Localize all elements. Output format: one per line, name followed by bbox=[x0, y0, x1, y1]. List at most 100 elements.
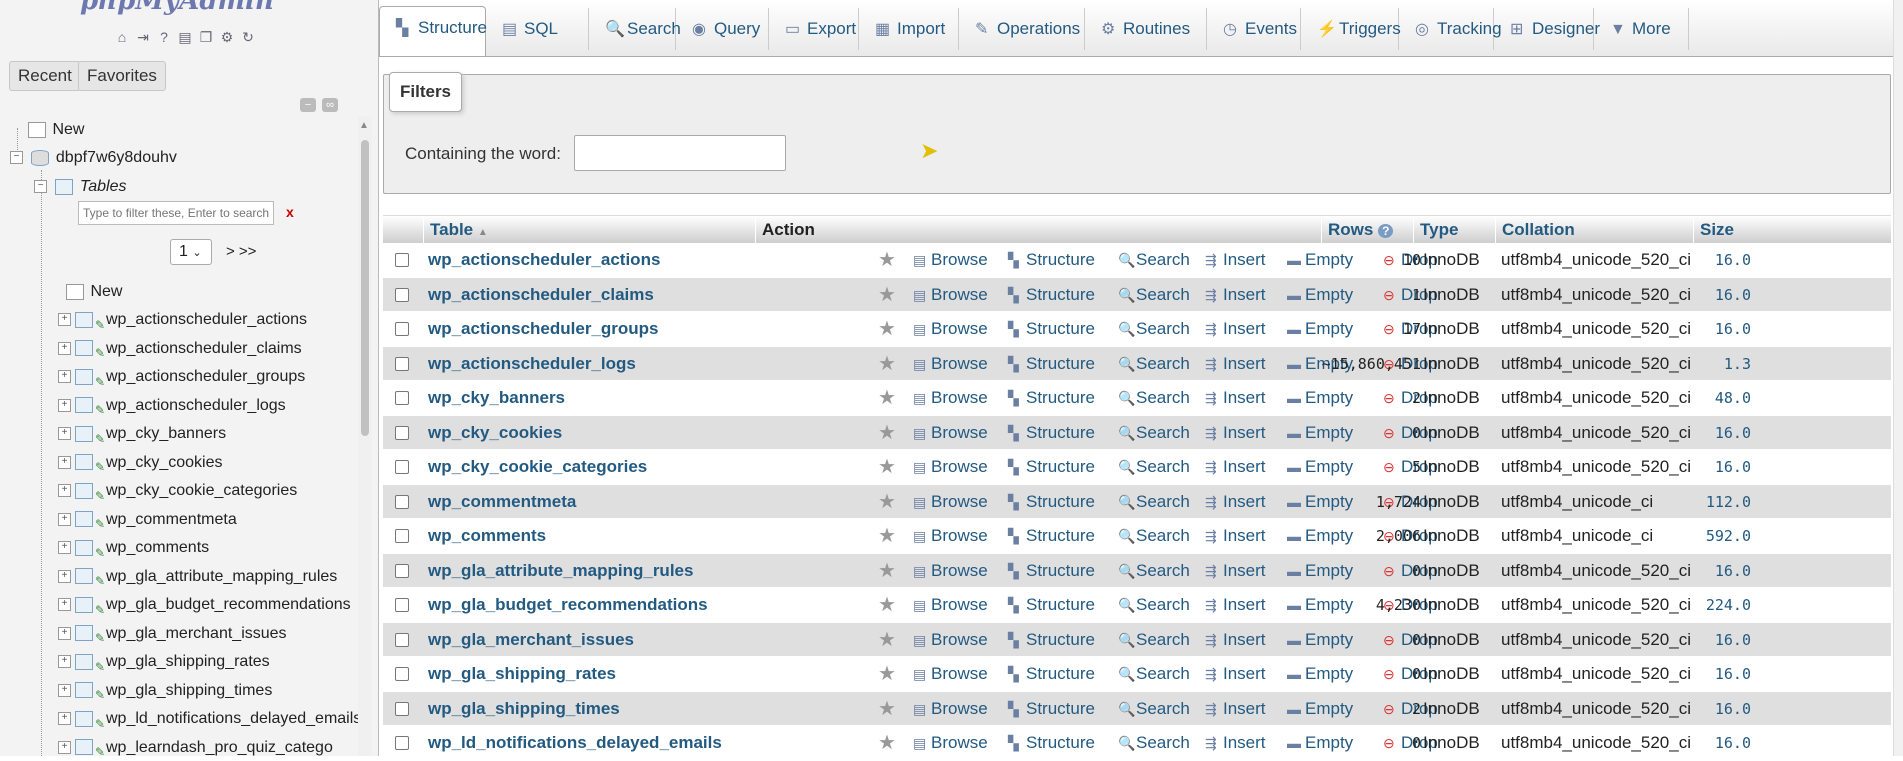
insert-action[interactable]: ⇶ Insert bbox=[1205, 243, 1266, 277]
tree-table-item[interactable]: + ✎wp_gla_shipping_rates bbox=[58, 650, 270, 674]
expand-icon[interactable]: + bbox=[58, 740, 71, 754]
collation-link[interactable]: utf8mb4_unicode_520_ci bbox=[1501, 450, 1691, 484]
table-name-link[interactable]: wp_commentmeta bbox=[428, 485, 576, 519]
search-action[interactable]: 🔍Search bbox=[1118, 554, 1190, 588]
edit-structure-icon[interactable]: ✎ bbox=[95, 569, 105, 588]
collation-link[interactable]: utf8mb4_unicode_520_ci bbox=[1501, 726, 1691, 760]
tab-query[interactable]: ◉ Query bbox=[676, 8, 769, 50]
collation-link[interactable]: utf8mb4_unicode_ci bbox=[1501, 519, 1653, 553]
collation-link[interactable]: utf8mb4_unicode_520_ci bbox=[1501, 312, 1691, 346]
tree-table-item[interactable]: + ✎wp_gla_attribute_mapping_rules bbox=[58, 565, 337, 589]
table-size[interactable]: 16.0 bbox=[1693, 243, 1751, 277]
favorites-button[interactable]: Favorites bbox=[78, 61, 166, 91]
favorite-star-icon[interactable]: ★ bbox=[878, 726, 896, 760]
expand-icon[interactable]: + bbox=[58, 512, 71, 526]
edit-structure-icon[interactable]: ✎ bbox=[95, 398, 105, 417]
insert-action[interactable]: ⇶ Insert bbox=[1205, 519, 1266, 553]
tab-triggers[interactable]: ⚡ Triggers bbox=[1301, 8, 1401, 50]
insert-action[interactable]: ⇶ Insert bbox=[1205, 312, 1266, 346]
browse-action[interactable]: ▤ Browse bbox=[913, 692, 988, 726]
structure-action[interactable]: ▚ Structure bbox=[1008, 450, 1095, 484]
structure-action[interactable]: ▚ Structure bbox=[1008, 485, 1095, 519]
insert-action[interactable]: ⇶ Insert bbox=[1205, 416, 1266, 450]
table-name-link[interactable]: wp_actionscheduler_actions bbox=[428, 243, 660, 277]
expand-icon[interactable]: + bbox=[58, 712, 71, 726]
table-size[interactable]: 592.0 bbox=[1693, 519, 1751, 553]
structure-action[interactable]: ▚ Structure bbox=[1008, 726, 1095, 760]
table-size[interactable]: 224.0 bbox=[1693, 588, 1751, 622]
page-next-link[interactable]: > >> bbox=[226, 243, 256, 260]
favorite-star-icon[interactable]: ★ bbox=[878, 243, 896, 277]
settings-gear-icon[interactable]: ⚙ bbox=[218, 28, 236, 46]
edit-structure-icon[interactable]: ✎ bbox=[95, 341, 105, 360]
tree-table-item[interactable]: + ✎wp_gla_merchant_issues bbox=[58, 622, 287, 646]
edit-structure-icon[interactable]: ✎ bbox=[95, 484, 105, 503]
tab-routines[interactable]: ⚙ Routines bbox=[1085, 8, 1207, 50]
table-name-link[interactable]: wp_actionscheduler_logs bbox=[428, 347, 636, 381]
favorite-star-icon[interactable]: ★ bbox=[878, 312, 896, 346]
structure-action[interactable]: ▚ Structure bbox=[1008, 623, 1095, 657]
help-icon[interactable]: ? bbox=[155, 28, 173, 46]
insert-action[interactable]: ⇶ Insert bbox=[1205, 485, 1266, 519]
browse-action[interactable]: ▤ Browse bbox=[913, 278, 988, 312]
containing-word-input[interactable] bbox=[574, 135, 786, 171]
edit-structure-icon[interactable]: ✎ bbox=[95, 655, 105, 674]
content-scrollbar[interactable] bbox=[1893, 0, 1903, 756]
table-name-link[interactable]: wp_cky_cookie_categories bbox=[428, 450, 647, 484]
expand-icon[interactable]: + bbox=[58, 569, 71, 583]
docs-icon[interactable]: ▤ bbox=[176, 28, 194, 46]
browse-action[interactable]: ▤ Browse bbox=[913, 347, 988, 381]
collapse-all-icon[interactable]: − bbox=[300, 98, 316, 112]
expand-icon[interactable]: + bbox=[58, 398, 71, 412]
search-action[interactable]: 🔍Search bbox=[1118, 347, 1190, 381]
table-size[interactable]: 16.0 bbox=[1693, 278, 1751, 312]
expand-icon[interactable]: + bbox=[58, 655, 71, 669]
copy-icon[interactable]: ❐ bbox=[197, 28, 215, 46]
tree-table-item[interactable]: + ✎wp_commentmeta bbox=[58, 508, 237, 532]
tab-search[interactable]: 🔍 Search bbox=[589, 8, 681, 50]
edit-structure-icon[interactable]: ✎ bbox=[95, 683, 105, 702]
recent-button[interactable]: Recent bbox=[9, 61, 81, 91]
page-select[interactable]: 1 ⌄ bbox=[170, 239, 212, 265]
table-name-link[interactable]: wp_actionscheduler_groups bbox=[428, 312, 659, 346]
nav-scroll-thumb[interactable] bbox=[361, 140, 369, 436]
browse-action[interactable]: ▤ Browse bbox=[913, 623, 988, 657]
tree-table-item[interactable]: + ✎wp_actionscheduler_logs bbox=[58, 394, 286, 418]
expand-icon[interactable]: + bbox=[58, 370, 71, 384]
tree-table-item[interactable]: + ✎wp_ld_notifications_delayed_emails bbox=[58, 707, 361, 731]
database-name[interactable]: dbpf7w6y8douhv bbox=[56, 149, 177, 166]
collation-link[interactable]: utf8mb4_unicode_520_ci bbox=[1501, 692, 1691, 726]
edit-structure-icon[interactable]: ✎ bbox=[95, 712, 105, 731]
tab-more[interactable]: ▼ More bbox=[1594, 8, 1689, 50]
tab-structure[interactable]: ▚ Structure bbox=[379, 6, 487, 56]
insert-action[interactable]: ⇶ Insert bbox=[1205, 588, 1266, 622]
structure-action[interactable]: ▚ Structure bbox=[1008, 347, 1095, 381]
table-size[interactable]: 112.0 bbox=[1693, 485, 1751, 519]
insert-action[interactable]: ⇶ Insert bbox=[1205, 347, 1266, 381]
tree-table-item[interactable]: + ✎wp_learndash_pro_quiz_catego bbox=[58, 736, 333, 756]
home-icon[interactable]: ⌂ bbox=[113, 28, 131, 46]
row-checkbox[interactable] bbox=[395, 460, 409, 474]
table-name-link[interactable]: wp_cky_banners bbox=[428, 381, 565, 415]
clear-filter-button[interactable]: x bbox=[286, 204, 294, 220]
structure-action[interactable]: ▚ Structure bbox=[1008, 278, 1095, 312]
table-name-link[interactable]: wp_gla_merchant_issues bbox=[428, 623, 634, 657]
expand-icon[interactable]: + bbox=[58, 427, 71, 441]
collapse-icon[interactable]: − bbox=[10, 151, 23, 165]
row-checkbox[interactable] bbox=[395, 529, 409, 543]
table-size[interactable]: 48.0 bbox=[1693, 381, 1751, 415]
tab-export[interactable]: ▭ Export bbox=[769, 8, 859, 50]
structure-action[interactable]: ▚ Structure bbox=[1008, 657, 1095, 691]
search-action[interactable]: 🔍Search bbox=[1118, 278, 1190, 312]
tab-import[interactable]: ▦ Import bbox=[859, 8, 959, 50]
favorite-star-icon[interactable]: ★ bbox=[878, 588, 896, 622]
tree-table-item[interactable]: + ✎wp_actionscheduler_claims bbox=[58, 337, 302, 361]
edit-structure-icon[interactable]: ✎ bbox=[95, 626, 105, 645]
expand-icon[interactable]: + bbox=[58, 484, 71, 498]
search-action[interactable]: 🔍Search bbox=[1118, 623, 1190, 657]
browse-action[interactable]: ▤ Browse bbox=[913, 726, 988, 760]
table-size[interactable]: 16.0 bbox=[1693, 692, 1751, 726]
row-checkbox[interactable] bbox=[395, 322, 409, 336]
insert-action[interactable]: ⇶ Insert bbox=[1205, 554, 1266, 588]
search-action[interactable]: 🔍Search bbox=[1118, 450, 1190, 484]
